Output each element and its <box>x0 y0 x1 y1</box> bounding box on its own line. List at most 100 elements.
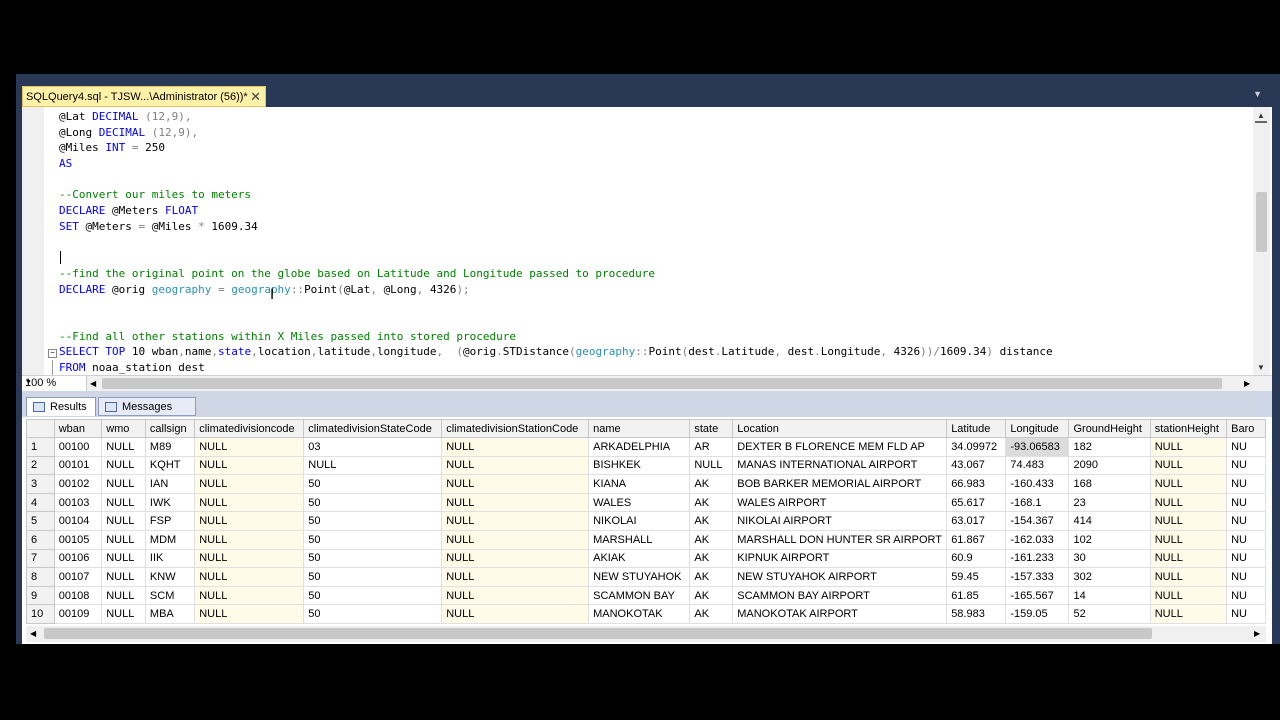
column-header[interactable]: callsign <box>144 419 196 438</box>
table-cell[interactable]: NULL <box>101 455 146 476</box>
table-cell[interactable]: 00103 <box>53 492 103 513</box>
table-cell[interactable]: 102 <box>1068 529 1151 550</box>
table-cell[interactable]: SCAMMON BAY <box>588 585 691 606</box>
table-cell[interactable]: IIK <box>144 548 196 569</box>
close-tab-icon[interactable]: ✕ <box>250 89 261 105</box>
row-number[interactable]: 6 <box>26 529 55 550</box>
code-line[interactable]: @Miles INT = 250 <box>59 140 1249 156</box>
table-cell[interactable]: 00108 <box>53 585 103 606</box>
table-cell[interactable]: 50 <box>303 585 443 606</box>
table-cell[interactable]: NULL <box>101 474 146 494</box>
table-cell[interactable]: NULL <box>1149 585 1228 606</box>
column-header[interactable]: Baro <box>1226 419 1266 438</box>
row-number[interactable]: 4 <box>26 492 55 513</box>
table-cell[interactable]: NULL <box>101 437 146 457</box>
table-cell[interactable]: NULL <box>441 474 590 494</box>
table-cell[interactable]: NULL <box>1149 437 1228 457</box>
scroll-right-icon[interactable]: ▶ <box>1254 629 1260 638</box>
table-cell[interactable]: -160.433 <box>1005 474 1070 494</box>
table-cell[interactable]: 302 <box>1068 567 1151 587</box>
table-cell[interactable]: NULL <box>194 437 305 457</box>
scroll-left-icon[interactable]: ◀ <box>30 629 36 638</box>
table-cell[interactable]: NULL <box>441 604 590 624</box>
table-cell[interactable]: AK <box>689 548 734 569</box>
table-cell[interactable]: 14 <box>1068 585 1151 606</box>
table-cell[interactable]: 60.9 <box>946 548 1007 569</box>
table-cell[interactable]: FSP <box>144 511 196 531</box>
column-header[interactable]: stationHeight <box>1149 419 1228 438</box>
table-cell[interactable]: 74.483 <box>1005 455 1070 476</box>
grid-horizontal-scrollbar[interactable]: ◀ ▶ <box>26 626 1266 642</box>
table-cell[interactable]: KNW <box>144 567 196 587</box>
table-cell[interactable]: -162.033 <box>1005 529 1070 550</box>
table-cell[interactable]: NULL <box>101 585 146 606</box>
table-cell[interactable]: NULL <box>441 529 590 550</box>
table-cell[interactable]: 23 <box>1068 492 1151 513</box>
table-cell[interactable]: IWK <box>144 492 196 513</box>
table-cell[interactable]: 414 <box>1068 511 1151 531</box>
table-cell[interactable]: -161.233 <box>1005 548 1070 569</box>
code-line[interactable]: --Convert our miles to meters <box>59 187 1249 203</box>
row-number[interactable]: 1 <box>26 437 55 457</box>
table-cell[interactable]: ARKADELPHIA <box>588 437 691 457</box>
table-cell[interactable]: NULL <box>101 567 146 587</box>
table-cell[interactable]: NULL <box>1149 455 1228 476</box>
editor-hscroll-thumb[interactable] <box>102 378 1222 389</box>
table-cell[interactable]: NEW STUYAHOK <box>588 567 691 587</box>
code-line[interactable]: @Long DECIMAL (12,9), <box>59 125 1249 141</box>
table-cell[interactable]: DEXTER B FLORENCE MEM FLD AP <box>732 437 948 457</box>
tab-list-dropdown-icon[interactable]: ▼ <box>1253 89 1262 99</box>
tab-results[interactable]: Results <box>26 397 96 416</box>
table-cell[interactable]: NULL <box>1149 511 1228 531</box>
table-cell[interactable]: NIKOLAI <box>588 511 691 531</box>
table-cell[interactable]: NULL <box>194 511 305 531</box>
row-number[interactable]: 5 <box>26 511 55 531</box>
table-cell[interactable]: MANAS INTERNATIONAL AIRPORT <box>732 455 948 476</box>
table-cell[interactable]: 2090 <box>1068 455 1151 476</box>
table-cell[interactable]: NIKOLAI AIRPORT <box>732 511 948 531</box>
table-cell[interactable]: NU <box>1226 567 1266 587</box>
table-cell[interactable]: NULL <box>441 548 590 569</box>
table-cell[interactable]: -165.567 <box>1005 585 1070 606</box>
results-grid[interactable]: wban wmo callsign climatedivisioncode climat… <box>26 419 1266 625</box>
row-number[interactable]: 7 <box>26 548 55 569</box>
table-cell[interactable]: NULL <box>194 604 305 624</box>
table-cell[interactable]: IAN <box>144 474 196 494</box>
table-cell[interactable]: SCAMMON BAY AIRPORT <box>732 585 948 606</box>
table-cell[interactable]: AK <box>689 529 734 550</box>
code-line[interactable]: --Find all other stations within X Miles… <box>59 329 1249 345</box>
table-cell[interactable]: NULL <box>101 511 146 531</box>
table-cell[interactable]: NU <box>1226 474 1266 494</box>
table-cell[interactable]: 00106 <box>53 548 103 569</box>
table-cell[interactable]: NULL <box>1149 529 1228 550</box>
grid-hscroll-thumb[interactable] <box>44 628 1152 639</box>
column-header[interactable]: wmo <box>101 419 146 438</box>
table-cell[interactable]: KIPNUK AIRPORT <box>732 548 948 569</box>
table-cell[interactable]: NULL <box>1149 548 1228 569</box>
table-row[interactable]: 10 00109 NULL MBA NULL 50 NULL MANOKOTAK AK MANOK… <box>26 604 1266 624</box>
table-cell[interactable]: NU <box>1226 437 1266 457</box>
code-line[interactable]: SET @Meters = @Miles * 1609.34 <box>59 219 1249 235</box>
table-cell[interactable]: -154.367 <box>1005 511 1070 531</box>
table-cell[interactable]: NULL <box>101 492 146 513</box>
table-cell[interactable]: NULL <box>101 529 146 550</box>
table-cell[interactable]: -93.06583 <box>1005 437 1070 457</box>
table-cell[interactable]: NULL <box>1149 604 1228 624</box>
table-cell[interactable]: 00109 <box>53 604 103 624</box>
scroll-right-icon[interactable]: ▶ <box>1244 379 1250 388</box>
table-cell[interactable]: 50 <box>303 604 443 624</box>
table-cell[interactable]: NULL <box>101 604 146 624</box>
table-cell[interactable]: 00100 <box>53 437 103 457</box>
table-cell[interactable]: 50 <box>303 474 443 494</box>
row-number[interactable]: 2 <box>26 455 55 476</box>
table-cell[interactable]: 182 <box>1068 437 1151 457</box>
table-cell[interactable]: MARSHALL DON HUNTER SR AIRPORT <box>732 529 948 550</box>
table-cell[interactable]: NEW STUYAHOK AIRPORT <box>732 567 948 587</box>
table-cell[interactable]: 00102 <box>53 474 103 494</box>
table-cell[interactable]: MDM <box>144 529 196 550</box>
row-number[interactable]: 8 <box>26 567 55 587</box>
table-cell[interactable]: KIANA <box>588 474 691 494</box>
table-cell[interactable]: AKIAK <box>588 548 691 569</box>
table-cell[interactable]: NULL <box>194 529 305 550</box>
column-header[interactable]: GroundHeight <box>1068 419 1151 438</box>
